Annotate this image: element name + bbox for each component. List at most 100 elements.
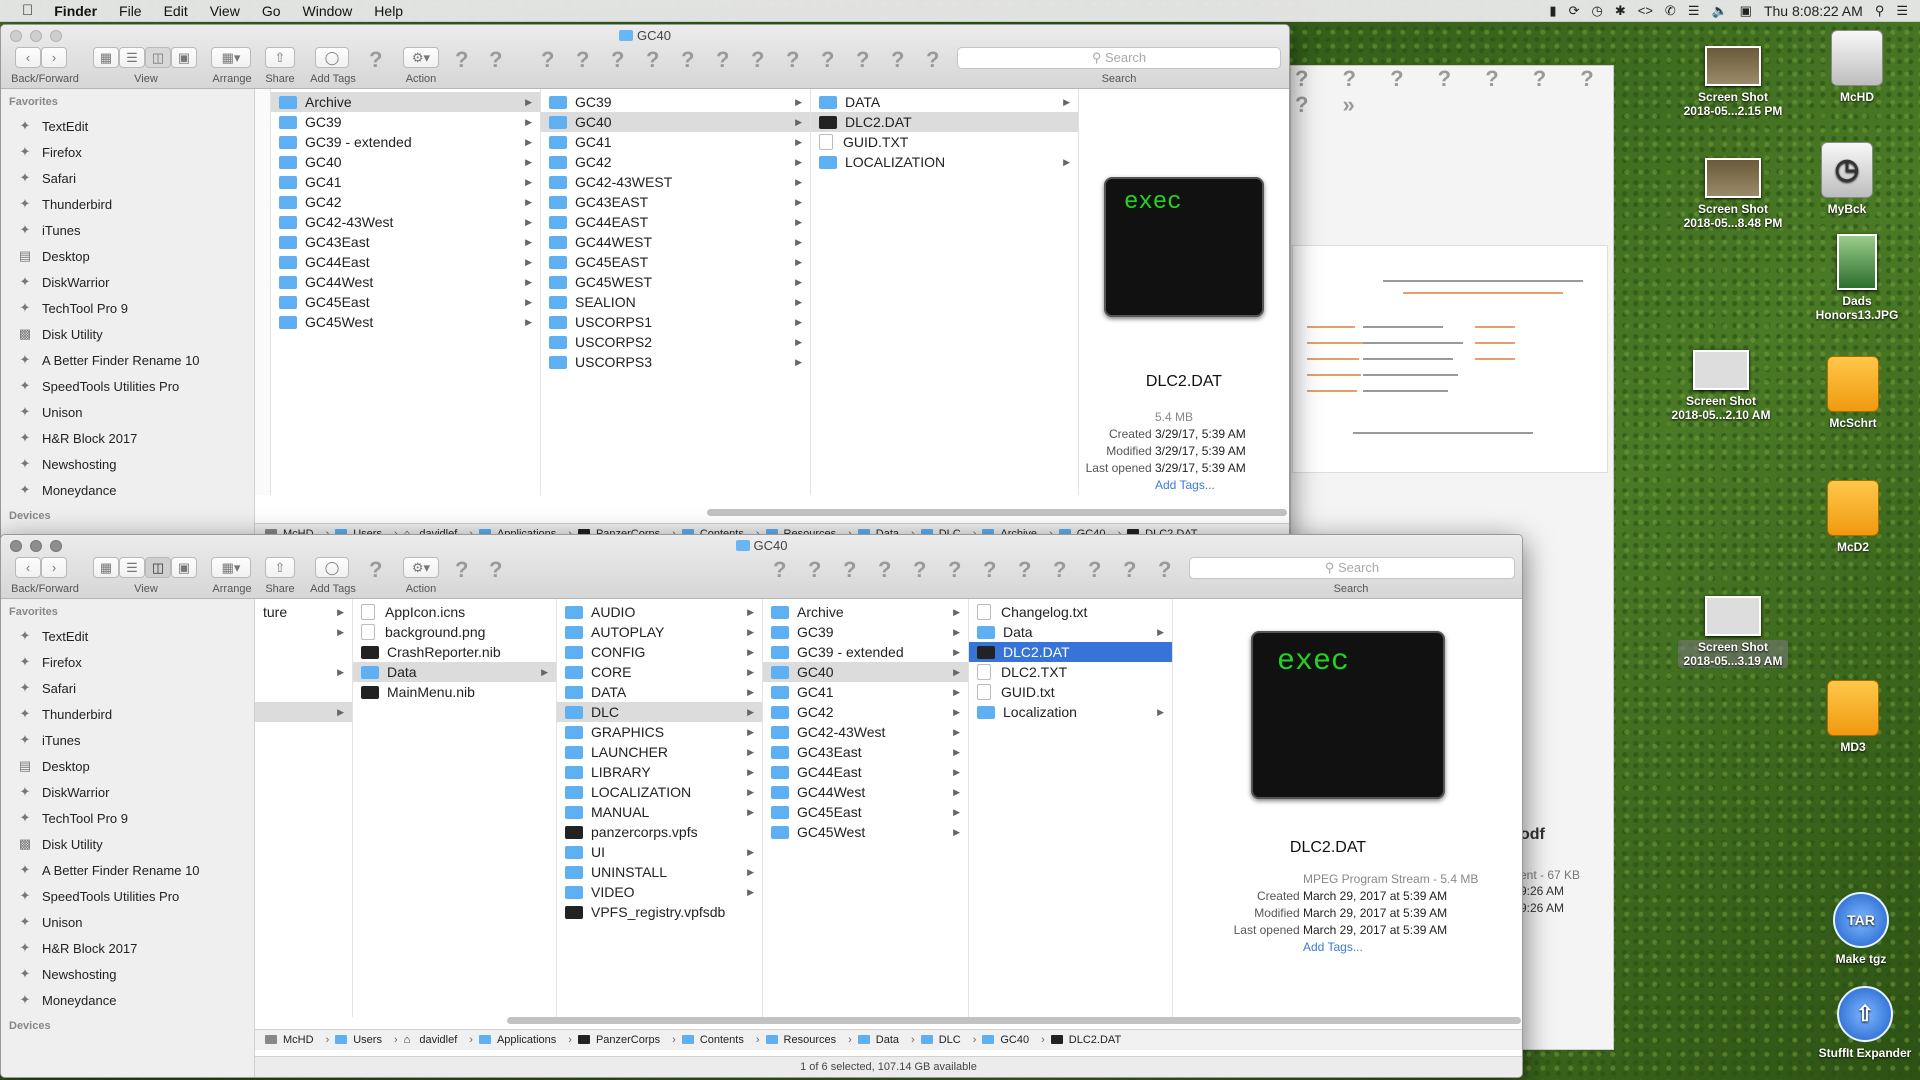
finder-window-back[interactable]: GC40 ‹ › Back/Forward ▦ ☰ ◫ ▣ View ▦▾ Ar… [0, 24, 1290, 544]
list-item[interactable]: GC45East ▶ [271, 292, 540, 312]
missing-toolbar-icon[interactable]: ? [369, 47, 382, 73]
list-item[interactable]: UNINSTALL ▶ [557, 862, 762, 882]
sidebar-item-safari[interactable]: ✦ Safari [1, 165, 254, 191]
phone-icon[interactable]: ✆ [1665, 3, 1676, 19]
list-item[interactable]: GC42 ▶ [541, 152, 810, 172]
list-view-button[interactable]: ☰ [119, 557, 145, 578]
missing-toolbar-icon[interactable]: ? [878, 557, 891, 583]
battery-icon[interactable]: ▮ [1549, 3, 1556, 19]
desktop-icon-dads-honors[interactable]: Dads Honors13.JPG [1802, 234, 1912, 322]
sidebar-item-a-better-finder-rename[interactable]: ✦ A Better Finder Rename 10 [1, 347, 254, 373]
add-tags-link[interactable]: Add Tags... [1303, 939, 1493, 956]
apple-menu-icon[interactable]:  [0, 2, 43, 19]
sidebar-item-unison[interactable]: ✦ Unison [1, 909, 254, 935]
gallery-view-button[interactable]: ▣ [171, 557, 197, 578]
share-button[interactable]: ⇧ [265, 557, 295, 578]
sync-icon[interactable]: ⟳ [1569, 3, 1580, 19]
list-item[interactable]: GC45West ▶ [763, 822, 968, 842]
sidebar-item-speedtools[interactable]: ✦ SpeedTools Utilities Pro [1, 373, 254, 399]
missing-toolbar-icon[interactable]: ? [1123, 557, 1136, 583]
arrange-button[interactable]: ▦▾ [211, 557, 251, 578]
window-titlebar[interactable]: GC40 ‹ › Back/Forward ▦ ☰ ◫ ▣ View ▦▾ Ar… [1, 25, 1289, 89]
list-item[interactable]: GC39 ▶ [763, 622, 968, 642]
list-item[interactable]: GC42 ▶ [271, 192, 540, 212]
horizontal-scrollbar[interactable] [507, 1017, 1521, 1024]
wifi-icon[interactable]: ☰ [1688, 3, 1700, 19]
desktop-icon-mybck[interactable]: ◷ MyBck [1792, 142, 1902, 216]
sidebar-item-techtool[interactable]: ✦ TechTool Pro 9 [1, 805, 254, 831]
missing-toolbar-icon[interactable]: ? [611, 47, 624, 73]
list-item[interactable]: GC45West ▶ [271, 312, 540, 332]
list-item[interactable]: GC41 ▶ [541, 132, 810, 152]
list-item[interactable]: LIBRARY ▶ [557, 762, 762, 782]
clock-text[interactable]: Thu 8:08:22 AM [1764, 3, 1863, 19]
list-item[interactable]: GC39 ▶ [541, 92, 810, 112]
list-item[interactable]: GUID.txt [969, 682, 1172, 702]
menu-app-finder[interactable]: Finder [43, 3, 108, 19]
volume-icon[interactable]: 🔈 [1711, 3, 1727, 19]
bluetooth-icon[interactable]: ✱ [1615, 3, 1626, 19]
desktop-icon-mcschrt[interactable]: McSchrt [1798, 356, 1908, 430]
list-item[interactable]: GC45East ▶ [763, 802, 968, 822]
list-item[interactable]: ▶ [255, 622, 352, 642]
missing-toolbar-icon[interactable]: ? [541, 47, 554, 73]
time-machine-icon[interactable]: ◷ [1591, 3, 1602, 19]
desktop-icon-make-tgz[interactable]: TAR Make tgz [1806, 892, 1916, 966]
sidebar-item-techtool[interactable]: ✦ TechTool Pro 9 [1, 295, 254, 321]
list-item[interactable]: DLC2.TXT [969, 662, 1172, 682]
list-item[interactable]: AUDIO ▶ [557, 602, 762, 622]
list-item[interactable]: GC44West ▶ [763, 782, 968, 802]
spotlight-icon[interactable]: ⚲ [1875, 3, 1885, 19]
desktop-icon-screenshot-3[interactable]: Screen Shot 2018-05...2.10 AM [1666, 350, 1776, 422]
sidebar-item-itunes[interactable]: ✦ iTunes [1, 217, 254, 243]
list-item[interactable]: Archive ▶ [271, 92, 540, 112]
menu-go[interactable]: Go [251, 3, 292, 19]
missing-toolbar-icon[interactable]: ? [808, 557, 821, 583]
arrange-button[interactable]: ▦▾ [211, 47, 251, 68]
list-item[interactable]: DLC2.DAT [811, 112, 1078, 132]
list-item[interactable]: LOCALIZATION ▶ [557, 782, 762, 802]
missing-toolbar-icon[interactable]: ? [1018, 557, 1031, 583]
list-item[interactable]: panzercorps.vpfs [557, 822, 762, 842]
sidebar-item-hr-block[interactable]: ✦ H&R Block 2017 [1, 425, 254, 451]
missing-toolbar-icon[interactable]: ? [926, 47, 939, 73]
finder-window-front[interactable]: GC40 ‹ › Back/Forward ▦ ☰ ◫ ▣ View ▦▾ Ar… [0, 534, 1523, 1078]
add-tags-link[interactable]: Add Tags... [1155, 477, 1275, 494]
list-item[interactable]: GC39 ▶ [271, 112, 540, 132]
missing-toolbar-icon[interactable]: ? [716, 47, 729, 73]
missing-toolbar-icon[interactable]: ? [891, 47, 904, 73]
search-field[interactable]: ⚲ Search [1189, 557, 1515, 579]
list-item[interactable]: GC41 ▶ [763, 682, 968, 702]
action-button[interactable]: ⚙▾ [403, 557, 439, 578]
list-view-button[interactable]: ☰ [119, 47, 145, 68]
path-item[interactable]: Applications [478, 1034, 562, 1046]
sidebar-item-moneydance[interactable]: ✦ Moneydance [1, 477, 254, 503]
list-item[interactable]: MANUAL ▶ [557, 802, 762, 822]
missing-toolbar-icon[interactable]: ? [1053, 557, 1066, 583]
horizontal-scrollbar[interactable] [707, 509, 1287, 516]
sidebar-item-disk-utility[interactable]: ▩ Disk Utility [1, 831, 254, 857]
path-item[interactable]: Users [335, 1034, 388, 1046]
list-item[interactable]: GC42 ▶ [763, 702, 968, 722]
list-item[interactable]: GC42-43WEST ▶ [541, 172, 810, 192]
desktop-icon-mchd[interactable]: McHD [1802, 30, 1912, 104]
desktop-icon-mcd2[interactable]: McD2 [1798, 480, 1908, 554]
action-button[interactable]: ⚙▾ [403, 47, 439, 68]
menu-file[interactable]: File [108, 3, 153, 19]
desktop-icon-stuffit[interactable]: ⇧ StuffIt Expander [1810, 986, 1920, 1060]
path-item[interactable]: Contents [681, 1034, 750, 1046]
list-item[interactable]: DLC ▶ [557, 702, 762, 722]
path-item[interactable]: McHD [265, 1034, 320, 1046]
missing-toolbar-icon[interactable]: ? [983, 557, 996, 583]
missing-toolbar-icon[interactable]: ? [455, 47, 468, 73]
list-item[interactable]: ▶ [255, 702, 352, 722]
search-field[interactable]: ⚲ Search [957, 47, 1281, 69]
missing-toolbar-icon[interactable]: ? [843, 557, 856, 583]
add-tags-button[interactable]: ◯ [315, 47, 349, 68]
list-item[interactable]: VIDEO ▶ [557, 882, 762, 902]
list-item[interactable]: MainMenu.nib [353, 682, 556, 702]
missing-toolbar-icon[interactable]: ? [773, 557, 786, 583]
list-item[interactable]: GC43EAST ▶ [541, 192, 810, 212]
list-item[interactable]: GC42-43West ▶ [763, 722, 968, 742]
list-item[interactable]: USCORPS1 ▶ [541, 312, 810, 332]
